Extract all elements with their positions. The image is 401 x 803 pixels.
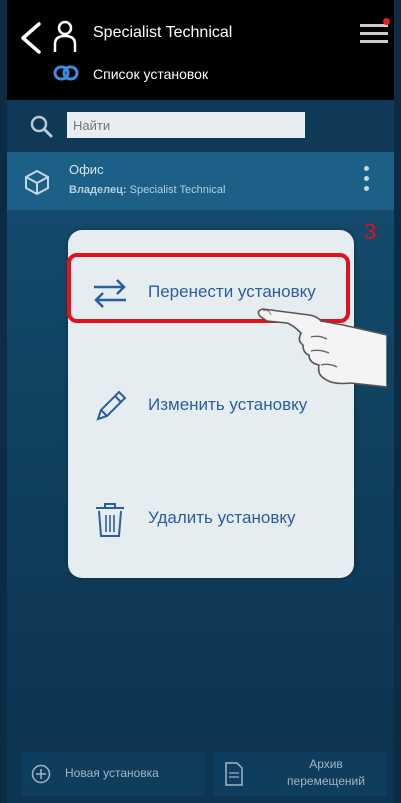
user-icon [53, 20, 77, 52]
page-subtitle: Список установок [93, 66, 209, 82]
pencil-icon [96, 390, 127, 421]
search-icon[interactable] [29, 114, 53, 138]
back-arrow-icon[interactable] [17, 20, 45, 56]
search-input[interactable] [67, 112, 305, 138]
user-name: Specialist Technical [93, 24, 233, 41]
trash-icon [96, 503, 124, 537]
new-installation-button[interactable]: Новая установка [21, 752, 205, 796]
plus-circle-icon [31, 764, 51, 784]
transfer-archive-label: Архив перемещений [287, 757, 365, 788]
installation-name: Офис [69, 162, 104, 177]
top-bar: Specialist Technical Список установок [7, 0, 394, 100]
pointing-hand-icon [257, 308, 387, 388]
new-installation-label: Новая установка [65, 766, 159, 780]
notification-dot [383, 18, 390, 25]
more-options-icon[interactable] [363, 166, 371, 196]
cube-icon [25, 169, 49, 196]
delete-installation-option[interactable]: Удалить установку [68, 489, 354, 549]
search-bar [7, 100, 394, 152]
delete-installation-label: Удалить установку [148, 508, 296, 527]
app-screen: Specialist Technical Список установок Оф… [7, 0, 394, 803]
link-icon [53, 65, 79, 81]
bottom-toolbar: Новая установка Архив перемещений [7, 744, 394, 803]
hamburger-menu-icon[interactable] [360, 18, 390, 50]
installation-list-item[interactable]: Офис Владелец: Specialist Technical [7, 152, 394, 210]
document-icon [225, 762, 243, 786]
step-number: 3 [364, 219, 377, 244]
edit-installation-label: Изменить установку [148, 395, 308, 414]
transfer-archive-button[interactable]: Архив перемещений [213, 752, 387, 796]
owner-label: Владелец: [69, 184, 127, 196]
installation-owner: Владелец: Specialist Technical [69, 184, 225, 196]
owner-name: Specialist Technical [129, 184, 226, 196]
